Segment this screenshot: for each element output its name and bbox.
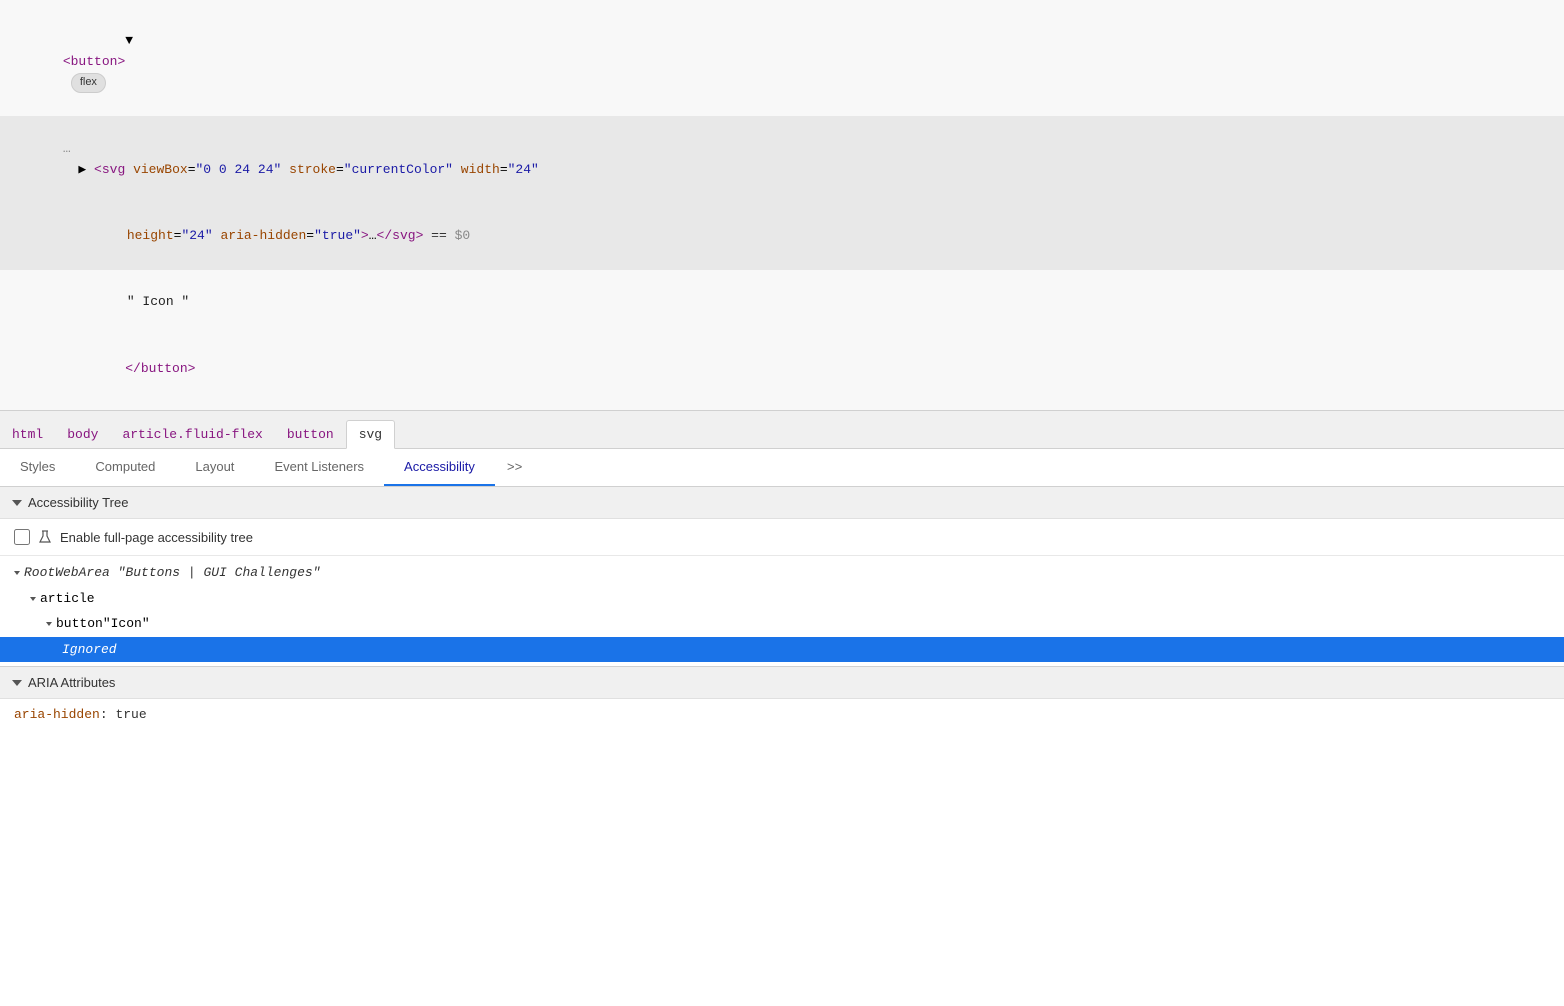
ignored-label: Ignored	[62, 640, 117, 660]
aria-attributes-toggle[interactable]	[12, 680, 22, 686]
tab-layout[interactable]: Layout	[175, 449, 254, 486]
close-svg-tag: svg	[392, 228, 415, 243]
tab-more-button[interactable]: >>	[495, 450, 535, 485]
height-value: "24"	[181, 228, 212, 243]
chevron-rootwebarea	[14, 571, 20, 575]
svg-indent: ▶	[63, 162, 94, 177]
tree-row-ignored[interactable]: Ignored	[0, 637, 1564, 663]
breadcrumb-svg[interactable]: svg	[346, 420, 395, 449]
enable-full-page-checkbox[interactable]	[14, 529, 30, 545]
tab-accessibility[interactable]: Accessibility	[384, 449, 495, 486]
close-button-indent	[63, 361, 125, 376]
viewbox-value: "0 0 24 24"	[196, 162, 282, 177]
source-panel: ▼ <button> flex … ▶ <svg viewBox="0 0 24…	[0, 0, 1564, 411]
close-bracket: >	[361, 228, 369, 243]
aria-value-hidden: true	[115, 707, 146, 722]
tree-row-button[interactable]: button "Icon"	[0, 611, 1564, 637]
attr-width: width	[461, 162, 500, 177]
aria-key-hidden: aria-hidden	[14, 707, 100, 722]
close-button-bracket-close: >	[188, 361, 196, 376]
close-button-tag: button	[141, 361, 188, 376]
node-value-rootwebarea: "Buttons | GUI Challenges"	[118, 565, 321, 580]
source-line-svg-open[interactable]: … ▶ <svg viewBox="0 0 24 24" stroke="cur…	[0, 116, 1564, 203]
main-content: Accessibility Tree Enable full-page acce…	[0, 487, 1564, 730]
tag-bracket-open: <	[63, 54, 71, 69]
source-line-button-close[interactable]: </button>	[0, 336, 1564, 402]
eq3: =	[500, 162, 508, 177]
eq2: =	[336, 162, 344, 177]
rootwebarea-label: RootWebArea "Buttons | GUI Challenges"	[24, 563, 320, 583]
dollar-zero-sep: ==	[423, 228, 454, 243]
enable-label: Enable full-page accessibility tree	[60, 530, 253, 545]
breadcrumb-bar: html body article.fluid-flex button svg	[0, 411, 1564, 449]
article-label: article	[40, 589, 95, 609]
stroke-value: "currentColor"	[344, 162, 453, 177]
accessibility-tree-header[interactable]: Accessibility Tree	[0, 487, 1564, 519]
tag-name-button: button	[71, 54, 118, 69]
svg-bracket-open: <	[94, 162, 102, 177]
tree-row-rootwebarea[interactable]: RootWebArea "Buttons | GUI Challenges"	[0, 560, 1564, 586]
source-line-button[interactable]: ▼ <button> flex	[0, 8, 1564, 116]
button-indent: ▼	[63, 33, 133, 48]
flex-badge[interactable]: flex	[71, 73, 106, 93]
tag-bracket-close: >	[117, 54, 125, 69]
source-line-svg-attrs[interactable]: height="24" aria-hidden="true">…</svg> =…	[0, 203, 1564, 269]
chevron-article	[30, 597, 36, 601]
tree-content: RootWebArea "Buttons | GUI Challenges" a…	[0, 556, 1564, 666]
aria-attributes-title: ARIA Attributes	[28, 675, 115, 690]
aria-hidden-value: "true"	[314, 228, 361, 243]
icon-text: " Icon "	[127, 294, 189, 309]
node-type-rootwebarea: RootWebArea	[24, 565, 110, 580]
tab-event-listeners[interactable]: Event Listeners	[254, 449, 384, 486]
attr-aria-hidden: aria-hidden	[220, 228, 306, 243]
accessibility-tree-title: Accessibility Tree	[28, 495, 128, 510]
svg-tag: svg	[102, 162, 125, 177]
svg-space	[125, 162, 133, 177]
width-value: "24"	[508, 162, 539, 177]
button-tree-label: button	[56, 614, 103, 634]
tab-computed[interactable]: Computed	[75, 449, 175, 486]
dots-indicator: …	[63, 141, 71, 156]
close-button-bracket-open: </	[125, 361, 141, 376]
eq5: =	[306, 228, 314, 243]
attr-height: height	[127, 228, 174, 243]
attr-stroke: stroke	[289, 162, 336, 177]
space2	[281, 162, 289, 177]
chevron-button	[46, 622, 52, 626]
enable-full-page-row: Enable full-page accessibility tree	[0, 519, 1564, 556]
beaker-icon	[38, 530, 52, 544]
attr-viewbox: viewBox	[133, 162, 188, 177]
ellipsis: …	[369, 228, 377, 243]
tree-row-article[interactable]: article	[0, 586, 1564, 612]
eq1: =	[188, 162, 196, 177]
button-tree-value: "Icon"	[103, 614, 150, 634]
tab-styles[interactable]: Styles	[0, 449, 75, 486]
space3	[453, 162, 461, 177]
tabs-bar: Styles Computed Layout Event Listeners A…	[0, 449, 1564, 487]
aria-colon: :	[100, 707, 116, 722]
breadcrumb-button[interactable]: button	[275, 421, 346, 448]
source-line-icon-text[interactable]: " Icon "	[0, 270, 1564, 336]
breadcrumb-body[interactable]: body	[55, 421, 110, 448]
breadcrumb-html[interactable]: html	[0, 421, 55, 448]
aria-row-hidden: aria-hidden: true	[0, 699, 1564, 730]
close-svg-bracket: </	[377, 228, 393, 243]
dollar-zero: $0	[455, 228, 471, 243]
aria-attributes-header[interactable]: ARIA Attributes	[0, 667, 1564, 699]
accessibility-tree-toggle[interactable]	[12, 500, 22, 506]
aria-section: ARIA Attributes aria-hidden: true	[0, 666, 1564, 730]
breadcrumb-article[interactable]: article.fluid-flex	[110, 421, 274, 448]
